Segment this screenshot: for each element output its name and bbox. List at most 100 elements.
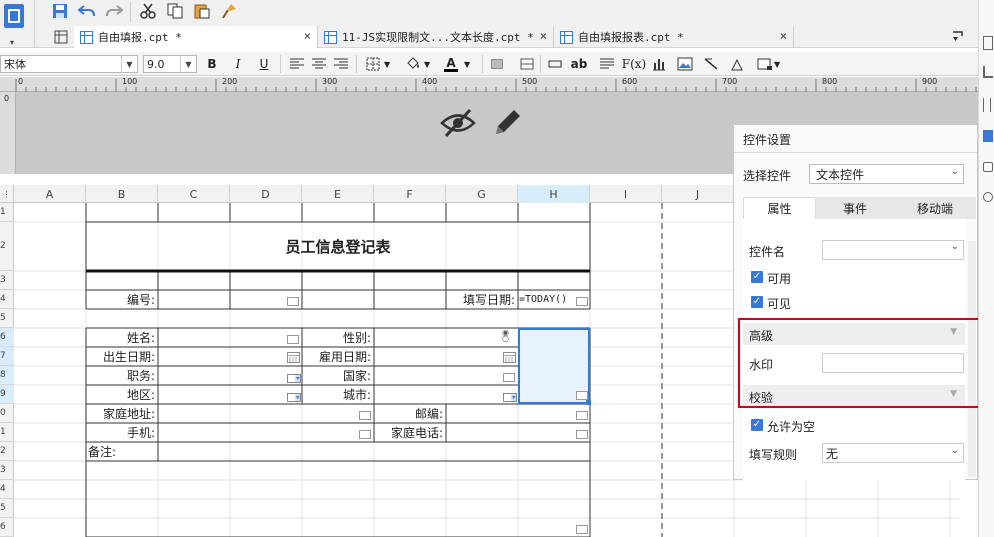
chevron-down-icon[interactable]: ▼ <box>464 60 470 69</box>
pencil-icon[interactable] <box>492 108 522 141</box>
row-header-cell-selected[interactable]: 9 <box>0 385 14 404</box>
format-painter-icon[interactable] <box>218 0 240 22</box>
floating-element-icon[interactable] <box>728 55 746 73</box>
chart-icon[interactable] <box>650 55 668 73</box>
bold-button[interactable]: B <box>203 55 221 73</box>
dropdown-widget-icon[interactable] <box>503 391 517 405</box>
chevron-down-icon[interactable]: ▼ <box>424 60 430 69</box>
image-icon[interactable] <box>676 55 694 73</box>
calendar-icon[interactable] <box>287 352 300 366</box>
widget-type-select[interactable]: 文本控件 ⌄ <box>809 164 964 184</box>
redo-icon[interactable] <box>103 0 125 22</box>
widget-name-input[interactable]: ⌄ <box>822 240 964 260</box>
row-header-cell[interactable]: 1 <box>0 423 14 442</box>
cut-icon[interactable] <box>137 0 159 22</box>
column-header-cell[interactable]: D <box>230 185 302 203</box>
font-name-select[interactable]: 宋体 ▼ <box>0 55 138 73</box>
fill-handle[interactable] <box>586 400 591 405</box>
selected-cell-range[interactable] <box>518 328 591 405</box>
merge-cell-icon[interactable] <box>488 55 506 73</box>
text-widget-icon[interactable] <box>576 391 588 400</box>
column-header-cell[interactable]: F <box>374 185 446 203</box>
text-field-icon[interactable] <box>546 55 564 73</box>
row-header-cell[interactable]: 5 <box>0 499 14 518</box>
dropdown-widget-icon[interactable] <box>287 372 301 386</box>
row-header-cell[interactable]: 0 <box>0 404 14 423</box>
tab-mobile[interactable]: 移动端 <box>894 197 976 219</box>
column-header-cell[interactable]: G <box>446 185 518 203</box>
font-color-button[interactable]: A <box>442 55 460 73</box>
row-header-cell[interactable]: 4 <box>0 290 14 309</box>
row-header-cell-selected[interactable]: 8 <box>0 366 14 385</box>
widget-settings-icon[interactable] <box>983 130 993 142</box>
text-widget-icon[interactable] <box>576 411 588 420</box>
column-header-cell[interactable]: B <box>86 185 158 203</box>
eye-off-icon[interactable] <box>440 108 476 141</box>
unmerge-cell-icon[interactable] <box>518 55 536 73</box>
border-icon[interactable] <box>364 55 382 73</box>
select-all-corner[interactable]: ⋮ <box>0 185 14 203</box>
row-header-cell[interactable]: 3 <box>0 271 14 290</box>
visible-checkbox[interactable]: ✓ <box>751 296 763 308</box>
row-header-cell[interactable]: 2 <box>0 442 14 461</box>
enabled-checkbox[interactable]: ✓ <box>751 271 763 283</box>
column-header-cell-selected[interactable]: H <box>518 185 590 203</box>
calendar-icon[interactable] <box>503 352 516 366</box>
hyperlink-icon[interactable] <box>983 192 993 202</box>
grid-view-icon[interactable] <box>50 26 72 48</box>
chevron-down-icon[interactable]: ▼ <box>774 60 780 69</box>
tab-list-icon[interactable] <box>950 28 966 44</box>
fill-rule-select[interactable]: 无 ⌄ <box>822 443 964 463</box>
copy-icon[interactable] <box>164 0 186 22</box>
text-tool-button[interactable]: ab <box>570 55 588 73</box>
align-center-icon[interactable] <box>310 55 328 73</box>
tab-free-fill-report[interactable]: 自由填报报表.cpt * × <box>554 26 794 48</box>
column-header-cell[interactable]: C <box>158 185 230 203</box>
text-widget-icon[interactable] <box>287 335 299 344</box>
column-header-cell[interactable]: E <box>302 185 374 203</box>
row-header-cell[interactable]: 2 <box>0 222 14 271</box>
align-right-icon[interactable] <box>332 55 350 73</box>
row-header-cell[interactable]: 3 <box>0 461 14 480</box>
underline-button[interactable]: U <box>255 55 273 73</box>
dropdown-widget-icon[interactable] <box>287 391 301 405</box>
app-logo-icon[interactable] <box>4 4 24 28</box>
column-header-cell[interactable]: I <box>590 185 662 203</box>
text-widget-icon[interactable] <box>576 430 588 439</box>
close-icon[interactable]: × <box>540 29 547 43</box>
radio-group-icon[interactable]: ◉ ○ <box>502 329 509 343</box>
chevron-down-icon[interactable]: ▼ <box>384 60 390 69</box>
column-header-cell[interactable]: A <box>14 185 86 203</box>
text-widget-icon[interactable] <box>359 411 371 420</box>
app-menu-chevron-icon[interactable]: ▾ <box>10 38 14 47</box>
paste-icon[interactable] <box>191 0 213 22</box>
close-icon[interactable]: × <box>780 29 787 43</box>
text-widget-icon[interactable] <box>359 430 371 439</box>
row-header-cell-selected[interactable]: 6 <box>0 328 14 347</box>
row-header-cell[interactable]: 1 <box>0 203 14 222</box>
text-widget-icon[interactable] <box>576 525 588 534</box>
formula-button[interactable]: F(x) <box>622 55 646 73</box>
row-header-cell[interactable]: 5 <box>0 309 14 328</box>
allow-empty-checkbox[interactable]: ✓ <box>751 419 763 431</box>
close-icon[interactable]: × <box>304 29 311 43</box>
text-widget-icon[interactable] <box>503 373 515 382</box>
undo-icon[interactable] <box>76 0 98 22</box>
paragraph-icon[interactable] <box>598 55 616 73</box>
text-widget-icon[interactable] <box>287 297 299 306</box>
format-icon[interactable] <box>983 98 991 112</box>
cell-attributes-icon[interactable] <box>983 36 993 50</box>
row-header-cell-selected[interactable]: 7 <box>0 347 14 366</box>
style-icon[interactable] <box>983 66 993 78</box>
save-icon[interactable] <box>49 0 71 22</box>
font-size-select[interactable]: 9.0 ▼ <box>143 55 197 73</box>
tab-js-limit[interactable]: 11-JS实现限制文...文本长度.cpt * × <box>318 26 554 48</box>
tab-free-fill[interactable]: 自由填报.cpt * × <box>74 26 318 48</box>
row-header-cell[interactable]: 4 <box>0 480 14 499</box>
column-header-cell[interactable]: J <box>662 185 734 203</box>
tab-properties[interactable]: 属性 <box>743 197 816 219</box>
fill-color-icon[interactable] <box>404 55 422 73</box>
text-widget-icon[interactable] <box>576 297 588 306</box>
row-header-cell[interactable]: 6 <box>0 518 14 537</box>
condition-icon[interactable] <box>983 162 993 172</box>
